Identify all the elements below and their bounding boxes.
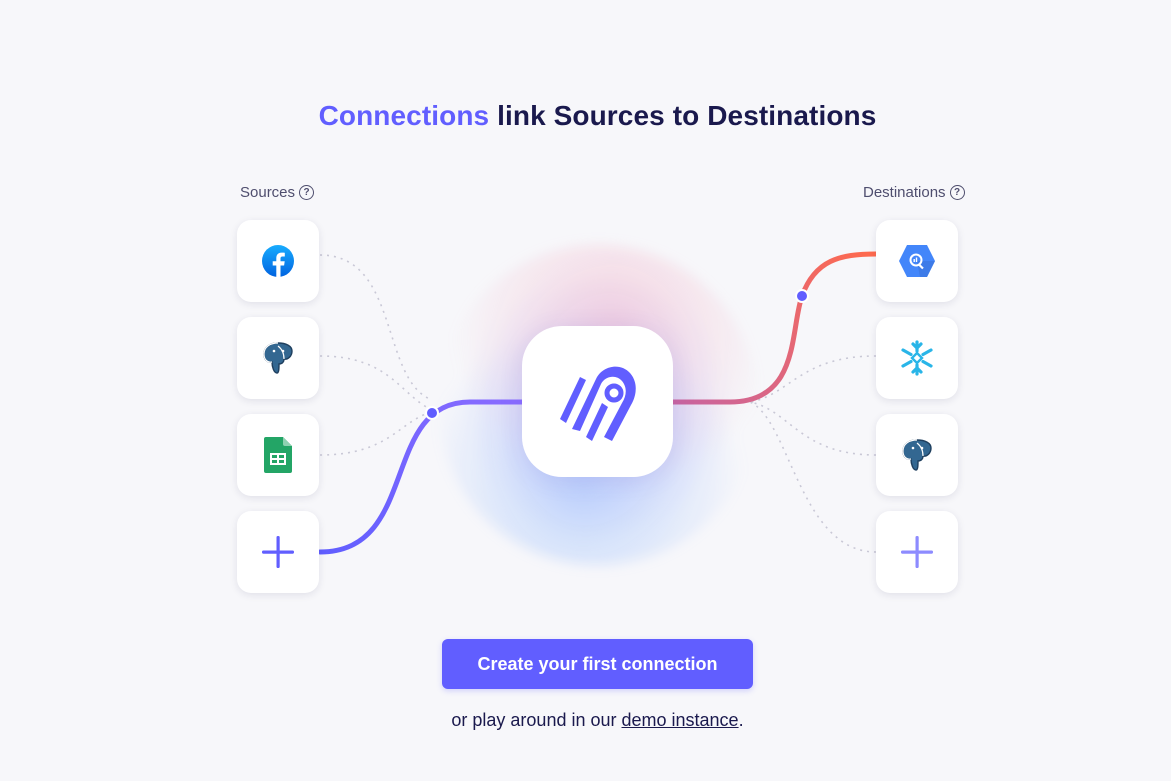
- destination-tile-bigquery[interactable]: [876, 220, 958, 302]
- destination-tile-postgres[interactable]: [876, 414, 958, 496]
- airbyte-logo-icon: [559, 366, 636, 441]
- dotted-line-source-2: [319, 355, 433, 411]
- connections-onboarding: Connections link Sources to Destinations…: [0, 0, 1171, 781]
- source-junction-dot: [425, 406, 439, 420]
- demo-instance-suffix: .: [738, 710, 744, 730]
- dotted-line-source-1: [319, 254, 433, 401]
- help-icon[interactable]: ?: [299, 185, 315, 200]
- source-tile-postgres[interactable]: [237, 317, 319, 399]
- source-tile-add[interactable]: [237, 511, 319, 593]
- page-title-accent: Connections: [318, 100, 490, 131]
- demo-instance-link[interactable]: demo instance: [622, 710, 739, 730]
- source-tile-facebook[interactable]: [237, 220, 319, 302]
- sources-label-text: Sources: [240, 184, 296, 201]
- snowflake-icon: [901, 340, 933, 376]
- destinations-label-text: Destinations: [863, 184, 946, 201]
- demo-instance-prefix: or play around in our: [451, 710, 622, 730]
- page-title-rest: link Sources to Destinations: [489, 100, 877, 131]
- destination-tile-add[interactable]: [876, 511, 958, 593]
- bigquery-icon: [899, 245, 935, 277]
- destinations-label: Destinations ?: [863, 184, 965, 201]
- postgres-icon: [263, 342, 293, 374]
- create-connection-button[interactable]: Create your first connection: [442, 639, 753, 689]
- source-tile-google-sheets[interactable]: [237, 414, 319, 496]
- active-source-line: [317, 399, 525, 555]
- demo-instance-text: or play around in our demo instance.: [0, 710, 1171, 731]
- destination-tile-snowflake[interactable]: [876, 317, 958, 399]
- sources-label: Sources ?: [240, 184, 315, 201]
- active-destination-line: [670, 251, 879, 405]
- airbyte-logo-tile: [522, 326, 673, 477]
- plus-icon: [262, 536, 294, 568]
- dotted-line-dest-2: [749, 355, 877, 403]
- dotted-line-dest-3: [749, 401, 877, 456]
- page-title: Connections link Sources to Destinations: [0, 100, 1171, 132]
- plus-icon: [901, 536, 933, 568]
- destination-junction-dot: [795, 289, 809, 303]
- google-sheets-icon: [264, 437, 292, 473]
- facebook-icon: [262, 245, 294, 277]
- dotted-line-dest-4: [749, 401, 877, 553]
- postgres-icon: [902, 439, 932, 471]
- help-icon[interactable]: ?: [949, 185, 965, 200]
